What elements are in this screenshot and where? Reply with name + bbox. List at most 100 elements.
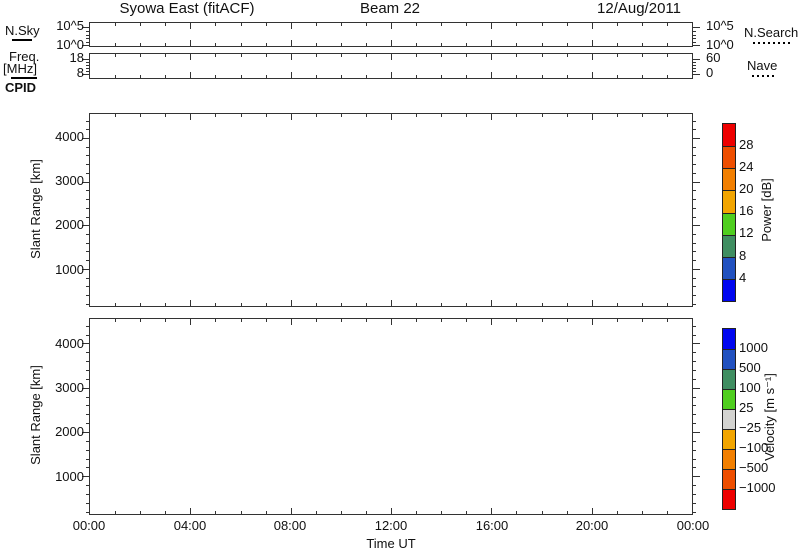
tick-mark — [542, 114, 543, 117]
tick-mark — [215, 54, 216, 57]
tick-mark — [341, 511, 342, 514]
tick-mark — [86, 208, 90, 209]
tick-mark — [692, 485, 696, 486]
xtick-0000: 00:00 — [64, 519, 114, 533]
tick-mark — [86, 485, 90, 486]
tick-mark — [617, 303, 618, 306]
tick-mark — [692, 295, 696, 296]
tick-mark — [617, 43, 618, 46]
tick-mark — [466, 319, 467, 322]
colorbar-segment — [723, 349, 735, 369]
tick-mark — [692, 343, 700, 344]
tick-mark — [140, 23, 141, 26]
power-cbar-tick: 24 — [739, 160, 753, 174]
tick-mark — [190, 508, 191, 514]
power-ytick-2000: 2000 — [34, 218, 84, 232]
power-colorbar-title: Power [dB] — [760, 140, 774, 280]
tick-mark — [115, 43, 116, 46]
tick-mark — [190, 72, 191, 78]
cpid-label: CPID — [5, 81, 36, 95]
tick-mark — [241, 75, 242, 78]
colorbar-segment — [723, 168, 735, 190]
tick-mark — [642, 43, 643, 46]
tick-mark — [391, 23, 392, 29]
tick-mark — [366, 511, 367, 514]
tick-mark — [86, 370, 90, 371]
tick-mark — [542, 303, 543, 306]
tick-mark — [617, 114, 618, 117]
nsky-ytick-top: 10^5 — [44, 19, 84, 33]
tick-mark — [165, 54, 166, 57]
power-ytick-1000: 1000 — [34, 263, 84, 277]
power-cbar-tick: 20 — [739, 182, 753, 196]
tick-mark — [692, 304, 696, 305]
tick-mark — [692, 155, 696, 156]
tick-mark — [291, 40, 292, 46]
freq-ytick-top: 18 — [44, 51, 84, 65]
tick-mark — [190, 54, 191, 60]
tick-mark — [86, 405, 90, 406]
tick-mark — [316, 23, 317, 26]
tick-mark — [692, 243, 696, 244]
tick-mark — [542, 319, 543, 322]
tick-mark — [266, 43, 267, 46]
tick-mark — [667, 75, 668, 78]
tick-mark — [165, 114, 166, 117]
tick-mark — [115, 114, 116, 117]
tick-mark — [215, 303, 216, 306]
tick-mark — [617, 23, 618, 26]
tick-mark — [617, 511, 618, 514]
tick-mark — [516, 23, 517, 26]
tick-mark — [266, 23, 267, 26]
tick-mark — [86, 42, 90, 43]
xtick-2000: 20:00 — [567, 519, 617, 533]
tick-mark — [567, 303, 568, 306]
tick-mark — [86, 155, 90, 156]
colorbar-segment — [723, 190, 735, 212]
nsky-panel — [89, 22, 693, 47]
xtick-0800: 08:00 — [265, 519, 315, 533]
tick-mark — [86, 361, 90, 362]
tick-mark — [692, 42, 696, 43]
tick-mark — [692, 476, 700, 477]
tick-mark — [291, 319, 292, 325]
xtick-2400: 00:00 — [668, 519, 718, 533]
tick-mark — [140, 114, 141, 117]
tick-mark — [316, 114, 317, 117]
tick-mark — [692, 38, 696, 39]
tick-mark — [516, 114, 517, 117]
xtick-0400: 04:00 — [165, 519, 215, 533]
colorbar-segment — [723, 235, 735, 257]
tick-mark — [391, 72, 392, 78]
tick-mark — [391, 508, 392, 514]
tick-mark — [86, 379, 90, 380]
tick-mark — [341, 75, 342, 78]
tick-mark — [692, 147, 696, 148]
tick-mark — [86, 121, 90, 122]
tick-mark — [215, 511, 216, 514]
tick-mark — [667, 511, 668, 514]
tick-mark — [692, 59, 700, 60]
colorbar-segment — [723, 213, 735, 235]
tick-mark — [667, 319, 668, 322]
tick-mark — [86, 164, 90, 165]
tick-mark — [692, 217, 696, 218]
tick-mark — [190, 319, 191, 325]
tick-mark — [692, 388, 700, 389]
tick-mark — [86, 65, 90, 66]
tick-mark — [466, 114, 467, 117]
tick-mark — [542, 75, 543, 78]
tick-mark — [241, 319, 242, 322]
tick-mark — [416, 75, 417, 78]
tick-mark — [366, 43, 367, 46]
tick-mark — [642, 23, 643, 26]
velocity-ytick-1000: 1000 — [34, 470, 84, 484]
tick-mark — [115, 319, 116, 322]
velocity-cbar-tick: 500 — [739, 361, 761, 375]
nave-label: Nave — [747, 59, 777, 73]
tick-mark — [692, 173, 696, 174]
tick-mark — [592, 300, 593, 306]
tick-mark — [692, 379, 696, 380]
tick-mark — [692, 503, 696, 504]
tick-mark — [516, 54, 517, 57]
